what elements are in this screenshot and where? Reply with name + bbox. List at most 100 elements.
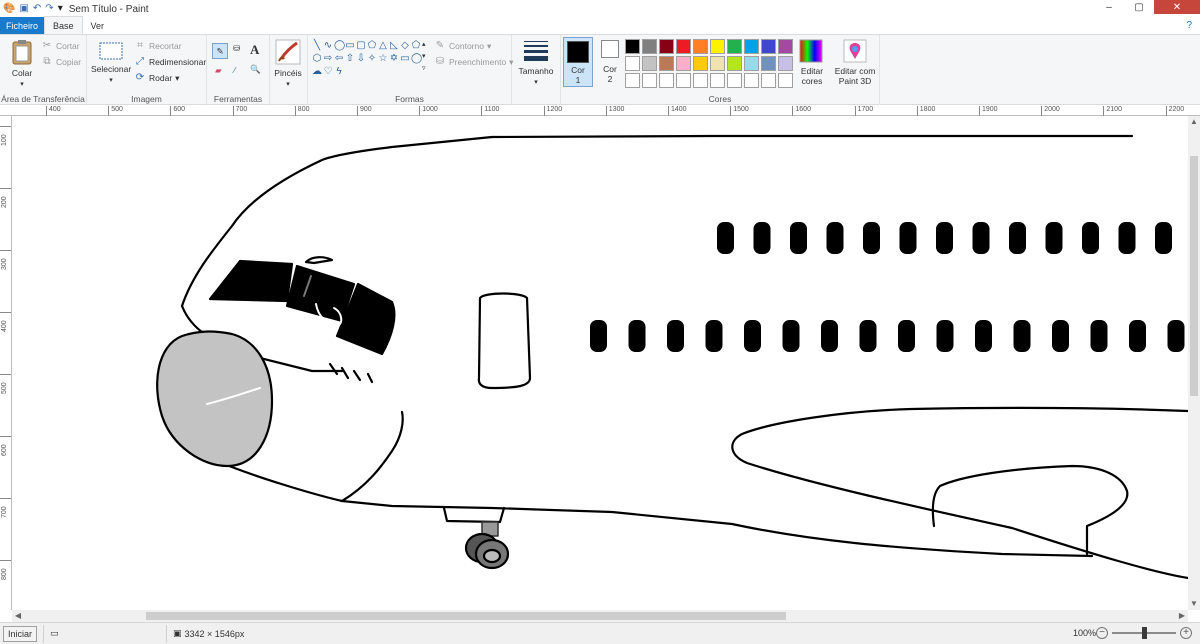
select-button[interactable]: Selecionar ▾ (91, 41, 131, 86)
vertical-scroll-thumb[interactable] (1190, 156, 1198, 396)
close-button[interactable]: ✕ (1154, 0, 1200, 14)
callout-oval-shape-icon: ◯ (411, 53, 423, 64)
ruler-tick (0, 312, 11, 313)
palette-swatch[interactable] (744, 56, 759, 71)
shapes-scroll-up[interactable]: ▴ (422, 40, 426, 48)
rotate-button[interactable]: ⟳ Rodar ▾ (134, 72, 180, 84)
ruler-tick-label: 1800 (916, 106, 935, 116)
palette-swatch[interactable] (676, 73, 691, 88)
eraser-icon[interactable]: ▰ (215, 65, 222, 76)
brushes-button[interactable]: Pincéis ▾ (272, 39, 304, 90)
tab-file[interactable]: Ficheiro (0, 17, 45, 34)
palette-swatch[interactable] (659, 39, 674, 54)
fill-button[interactable]: ⛁ Preenchimento ▾ (434, 56, 514, 68)
zoom-slider[interactable] (1112, 627, 1176, 639)
palette-swatch[interactable] (659, 56, 674, 71)
palette-swatch[interactable] (642, 39, 657, 54)
pencil-tool-icon[interactable]: ✎ (212, 43, 228, 59)
palette-swatch[interactable] (727, 56, 742, 71)
color2-button[interactable]: Cor 2 (596, 40, 624, 84)
scroll-right-arrow[interactable]: ▶ (1176, 610, 1188, 622)
text-tool-icon[interactable]: A (250, 42, 259, 58)
palette-swatch[interactable] (761, 73, 776, 88)
palette-swatch[interactable] (625, 73, 640, 88)
star4-shape-icon: ✧ (367, 53, 377, 64)
palette-swatch[interactable] (710, 56, 725, 71)
palette-swatch[interactable] (727, 39, 742, 54)
save-icon[interactable]: ▣ (19, 2, 28, 16)
palette-swatch[interactable] (744, 73, 759, 88)
image-group: Selecionar ▾ ⌗ Recortar ⤢ Redimensionar ⟳ Ro… (87, 35, 207, 105)
color-spectrum-icon (799, 39, 823, 63)
scroll-down-arrow[interactable]: ▼ (1188, 598, 1200, 610)
start-button[interactable]: Iniciar (3, 625, 38, 642)
zoom-out-button[interactable]: − (1096, 627, 1108, 639)
palette-swatch[interactable] (744, 39, 759, 54)
edit-colors-button[interactable]: Editar cores (795, 39, 827, 86)
scroll-up-arrow[interactable]: ▲ (1188, 116, 1200, 128)
color1-button[interactable]: Cor 1 (563, 37, 593, 87)
drawn-window (705, 320, 723, 352)
paste-button[interactable]: Colar ▾ (6, 39, 38, 90)
copy-icon: ⧉ (43, 56, 51, 67)
tab-home[interactable]: Base (44, 16, 83, 34)
drawn-window (717, 222, 734, 254)
palette-swatch[interactable] (676, 39, 691, 54)
title-bar: 🎨 ▣ ↶ ↷ ▾ Sem Título - Paint – ▢ ✕ (0, 0, 1200, 18)
drawn-window (628, 320, 646, 352)
shapes-gallery[interactable]: ╲ ∿ ◯ ▭ ▢ ⬠ △ ◺ ◇ ⬠ ⬡ ⇨ ⇦ ⇧ ⇩ ✧ ☆ ✡ ▭ ◯ ☁ ♡ ϟ (312, 40, 423, 78)
magnifier-icon[interactable]: 🔍 (250, 64, 261, 75)
paint3d-button[interactable]: Editar com Paint 3D (833, 39, 877, 86)
vertical-scrollbar[interactable]: ▲ ▼ (1188, 116, 1200, 610)
palette-swatch[interactable] (778, 56, 793, 71)
horizontal-scrollbar[interactable]: ◀ ▶ (12, 610, 1188, 622)
lightning-shape-icon: ϟ (336, 66, 342, 77)
horizontal-scroll-thumb[interactable] (146, 612, 786, 620)
palette-swatch[interactable] (778, 39, 793, 54)
cut-button[interactable]: ✂ Cortar (41, 40, 80, 52)
crop-button[interactable]: ⌗ Recortar (134, 40, 181, 52)
palette-swatch[interactable] (761, 39, 776, 54)
shapes-scroll-down[interactable]: ▾ (422, 52, 426, 60)
palette-swatch[interactable] (625, 56, 640, 71)
palette-swatch[interactable] (710, 39, 725, 54)
customize-quick-access-icon[interactable]: ▾ (58, 2, 63, 16)
tab-view[interactable]: Ver (83, 17, 113, 34)
clipboard-group: Colar ▾ ✂ Cortar ⧉ Copiar Área de Transferê… (0, 35, 87, 105)
palette-swatch[interactable] (693, 39, 708, 54)
palette-swatch[interactable] (642, 56, 657, 71)
ruler-tick (0, 436, 11, 437)
minimize-button[interactable]: – (1094, 0, 1124, 14)
vertical-ruler: 100 200 300 400 500 600 700 800 (0, 116, 12, 610)
drawn-window (972, 222, 990, 254)
color-picker-icon[interactable]: ⁄ (234, 65, 235, 75)
scroll-left-arrow[interactable]: ◀ (12, 610, 24, 622)
drawing-canvas[interactable] (12, 116, 1188, 610)
palette-swatch[interactable] (761, 56, 776, 71)
help-icon[interactable]: ? (1186, 20, 1192, 31)
shapes-expand[interactable]: ▿ (422, 64, 426, 72)
zoom-in-button[interactable]: + (1180, 627, 1192, 639)
palette-swatch[interactable] (659, 73, 674, 88)
fill-bucket-icon[interactable]: ⛁ (233, 43, 240, 54)
zoom-slider-knob[interactable] (1142, 627, 1147, 639)
palette-swatch[interactable] (676, 56, 691, 71)
maximize-button[interactable]: ▢ (1124, 0, 1154, 14)
paint-app-icon[interactable]: 🎨 (3, 2, 15, 16)
palette-swatch[interactable] (693, 73, 708, 88)
palette-swatch[interactable] (625, 39, 640, 54)
palette-swatch[interactable] (710, 73, 725, 88)
palette-swatch[interactable] (727, 73, 742, 88)
ribbon: Colar ▾ ✂ Cortar ⧉ Copiar Área de Transferê… (0, 35, 1200, 105)
palette-swatch[interactable] (693, 56, 708, 71)
size-button[interactable]: Tamanho ▾ (516, 39, 556, 88)
resize-button[interactable]: ⤢ Redimensionar (134, 56, 206, 68)
palette-swatch[interactable] (642, 73, 657, 88)
redo-icon[interactable]: ↷ (45, 2, 53, 16)
palette-swatch[interactable] (778, 73, 793, 88)
outline-button[interactable]: ✎ Contorno ▾ (434, 40, 491, 52)
tools-group: ✎ ⛁ A ▰ ⁄ 🔍 Ferramentas (207, 35, 270, 105)
arrow-right-shape-icon: ⇨ (323, 53, 333, 64)
undo-icon[interactable]: ↶ (33, 2, 41, 16)
copy-button[interactable]: ⧉ Copiar (41, 56, 81, 68)
